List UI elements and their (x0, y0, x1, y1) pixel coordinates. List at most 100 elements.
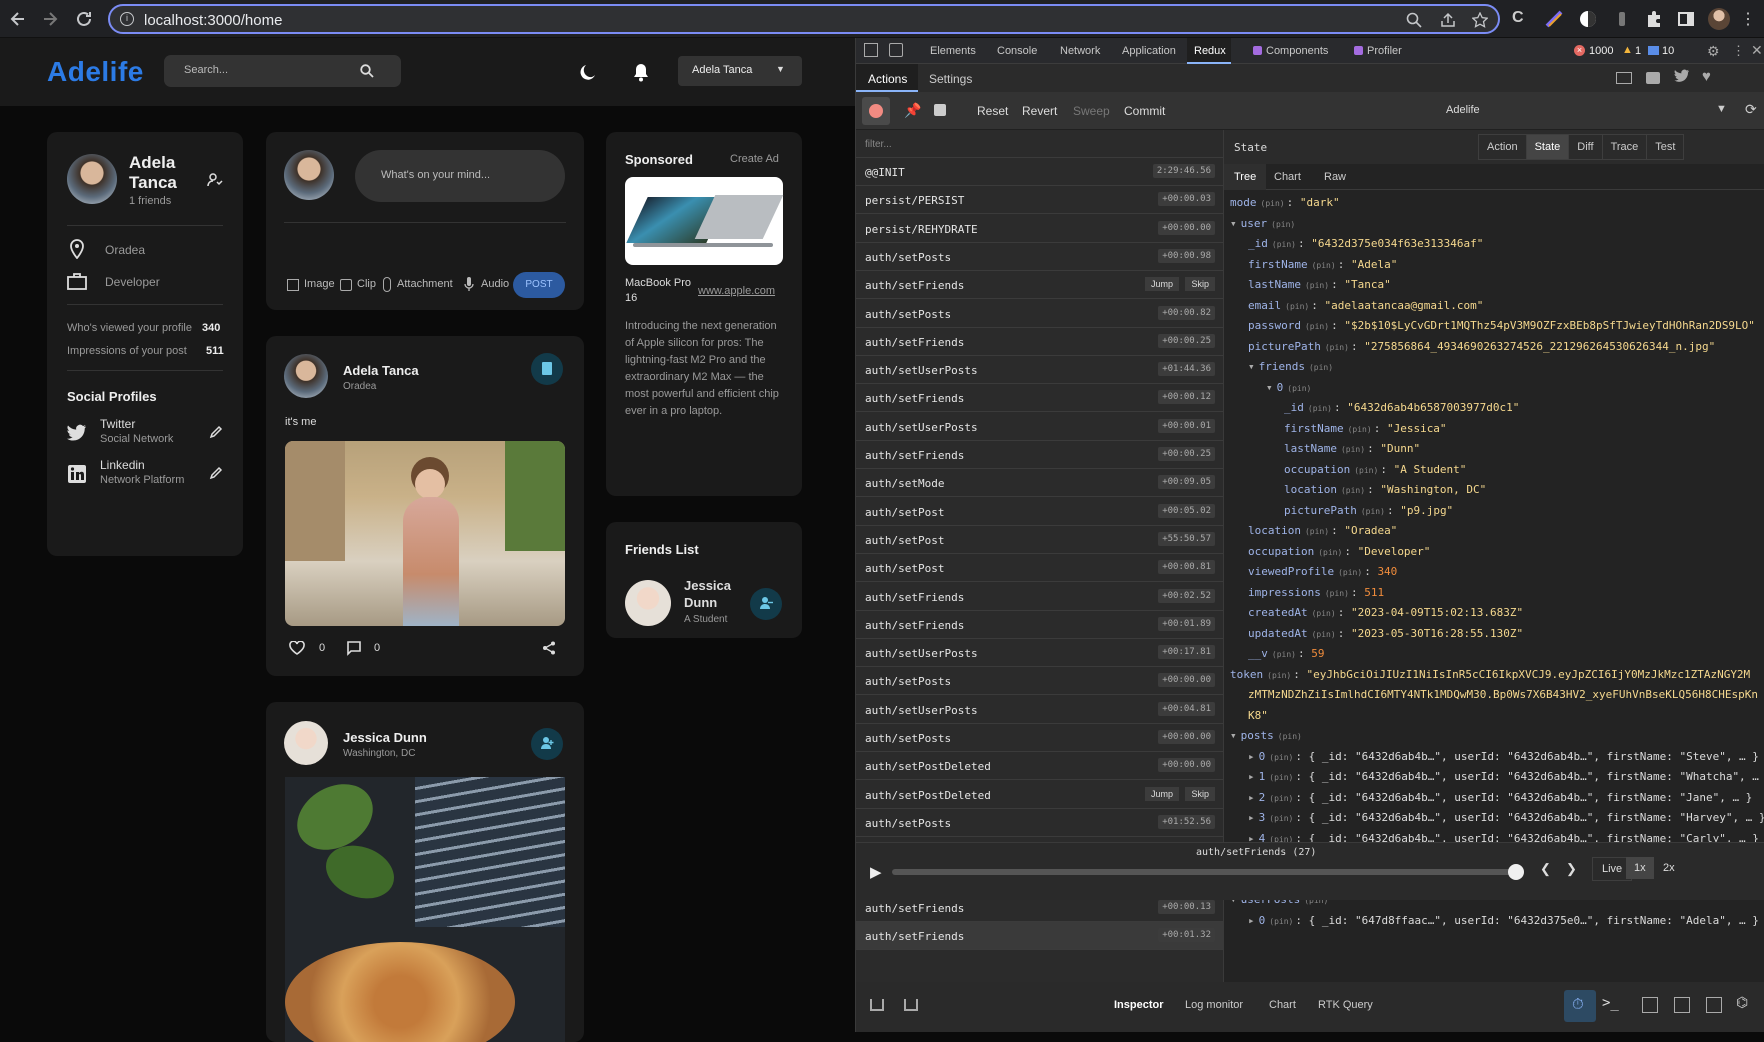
pin-label[interactable]: (pin) (1354, 466, 1378, 475)
ad-website-link[interactable]: www.apple.com (698, 285, 775, 297)
terminal-icon[interactable]: >_ (1602, 995, 1619, 1011)
action-row[interactable]: auth/setUserPosts +01:44.36 (856, 356, 1223, 385)
user-avatar[interactable] (67, 154, 117, 204)
expand-caret-icon[interactable]: ▾ (1248, 360, 1255, 373)
pin-label[interactable]: (pin) (1269, 814, 1293, 823)
tab-actions[interactable]: Actions (856, 64, 918, 92)
tab-network[interactable]: Network (1060, 45, 1100, 57)
profile-first-name[interactable]: Adela (129, 153, 175, 173)
action-row[interactable]: auth/setPosts +00:00.00 (856, 667, 1223, 696)
friend-last-name[interactable]: Dunn (684, 595, 717, 610)
twitter-icon[interactable] (1674, 69, 1690, 83)
edit-linkedin-icon[interactable] (209, 466, 223, 480)
user-menu-select[interactable]: Adela Tanca ▼ (678, 56, 802, 86)
pin-label[interactable]: (pin) (1308, 404, 1332, 413)
action-row[interactable]: auth/setPost +00:05.02 (856, 498, 1223, 526)
tab-console[interactable]: Console (997, 45, 1037, 57)
inspect-element-icon[interactable] (864, 43, 878, 57)
extension-bottle-icon[interactable] (1612, 9, 1632, 29)
friend-first-name[interactable]: Jessica (684, 578, 731, 593)
image-icon[interactable] (287, 279, 299, 291)
dark-mode-moon-icon[interactable] (578, 62, 598, 82)
pin-label[interactable]: (pin) (1305, 281, 1329, 290)
ad-image[interactable] (625, 177, 784, 265)
browser-menu-icon[interactable]: ⋮ (1740, 9, 1756, 29)
expand-caret-icon[interactable]: ▾ (1266, 381, 1273, 394)
export-icon[interactable] (870, 999, 884, 1011)
post-author-avatar[interactable] (284, 354, 328, 398)
bookmark-star-icon[interactable] (1472, 12, 1488, 28)
profile-last-name[interactable]: Tanca (129, 173, 177, 193)
step-back-icon[interactable]: ❮ (1540, 861, 1551, 877)
pin-label[interactable]: (pin) (1269, 773, 1293, 782)
pin-label[interactable]: (pin) (1312, 261, 1336, 270)
settings-gear-icon[interactable]: ⚙ (1707, 43, 1720, 60)
add-friend-button[interactable] (531, 728, 563, 760)
heart-icon[interactable] (289, 641, 305, 655)
tab-chart-monitor[interactable]: Chart (1269, 999, 1296, 1011)
action-row[interactable]: auth/setFriends Jump Skip (856, 271, 1223, 300)
pin-label[interactable]: (pin) (1269, 917, 1293, 926)
pin-label[interactable]: (pin) (1309, 363, 1333, 372)
state-node[interactable]: ▸ 3 (pin): { _id: "6432d6ab4b…", userId: "… (1248, 811, 1764, 824)
skip-button[interactable]: Skip (1185, 277, 1215, 292)
action-row[interactable]: auth/setFriends +00:02.52 (856, 583, 1223, 611)
clip-label[interactable]: Clip (357, 278, 376, 290)
persist-button[interactable]: ⏱ (1564, 990, 1596, 1022)
search-input[interactable]: Search... (164, 55, 401, 87)
tab-inspector[interactable]: Inspector (1114, 999, 1164, 1011)
tab-rtk-query[interactable]: RTK Query (1318, 999, 1373, 1011)
slider-thumb[interactable] (1508, 864, 1524, 880)
comment-icon[interactable] (346, 640, 362, 656)
collapse-caret-icon[interactable]: ▸ (1248, 811, 1255, 824)
notification-bell-icon[interactable] (632, 62, 650, 82)
tab-trace[interactable]: Trace (1603, 135, 1648, 159)
action-row[interactable]: auth/setUserPosts +00:04.81 (856, 696, 1223, 724)
more-options-icon[interactable]: ⋮ (1732, 43, 1745, 59)
speed-2x-button[interactable]: 2x (1656, 857, 1682, 879)
share-icon[interactable] (542, 641, 556, 655)
error-count[interactable]: 1000 (1589, 45, 1613, 57)
pin-label[interactable]: (pin) (1269, 753, 1293, 762)
action-row[interactable]: auth/setPost +00:00.81 (856, 554, 1223, 583)
pin-label[interactable]: (pin) (1361, 507, 1385, 516)
tab-action[interactable]: Action (1479, 135, 1527, 159)
friend-avatar[interactable] (625, 580, 671, 626)
pin-label[interactable]: (pin) (1305, 322, 1329, 331)
action-row[interactable]: persist/PERSIST +00:00.03 (856, 186, 1223, 215)
action-row[interactable]: auth/setPost +55:50.57 (856, 526, 1223, 554)
address-bar[interactable]: i localhost:3000/home (108, 4, 1500, 34)
pin-label[interactable]: (pin) (1267, 671, 1291, 680)
forward-icon[interactable] (40, 9, 60, 29)
microphone-icon[interactable] (464, 277, 474, 292)
post-text-input[interactable]: What's on your mind... (355, 150, 565, 202)
reset-button[interactable]: Reset (977, 104, 1008, 118)
expand-caret-icon[interactable]: ▾ (1230, 217, 1237, 230)
pin-label[interactable]: (pin) (1341, 445, 1365, 454)
info-icon[interactable]: i (120, 12, 134, 26)
pin-label[interactable]: (pin) (1341, 486, 1365, 495)
reload-icon[interactable] (74, 9, 94, 29)
collapse-caret-icon[interactable]: ▸ (1248, 791, 1255, 804)
clip-icon[interactable] (340, 279, 352, 291)
chat-icon[interactable] (1646, 72, 1660, 84)
post-button[interactable]: POST (513, 272, 565, 298)
tab-log-monitor[interactable]: Log monitor (1185, 999, 1243, 1011)
share-icon[interactable] (1440, 12, 1456, 28)
action-row[interactable]: auth/setPosts +01:52.56 (856, 809, 1223, 837)
post-author-name[interactable]: Adela Tanca (343, 363, 419, 378)
state-node[interactable]: ▾ friends (pin) (1248, 360, 1335, 373)
attachment-label[interactable]: Attachment (397, 278, 453, 290)
pin-label[interactable]: (pin) (1312, 630, 1336, 639)
step-forward-icon[interactable]: ❯ (1566, 861, 1577, 877)
state-node[interactable]: ▾ 0 (pin) (1266, 381, 1313, 394)
action-row[interactable]: auth/setPosts +00:00.00 (856, 724, 1223, 752)
back-icon[interactable] (8, 9, 28, 29)
sync-icon[interactable]: ⟳ (1745, 101, 1757, 118)
layout-icon[interactable] (1616, 72, 1632, 84)
collapse-caret-icon[interactable]: ▸ (1248, 770, 1255, 783)
pin-label[interactable]: (pin) (1285, 302, 1309, 311)
state-node[interactable]: ▸ 0 (pin): { _id: "647d8ffaac…", userId: "… (1248, 914, 1759, 927)
speed-1x-button[interactable]: 1x (1626, 857, 1654, 879)
action-row[interactable]: auth/setFriends +00:00.25 (856, 441, 1223, 469)
